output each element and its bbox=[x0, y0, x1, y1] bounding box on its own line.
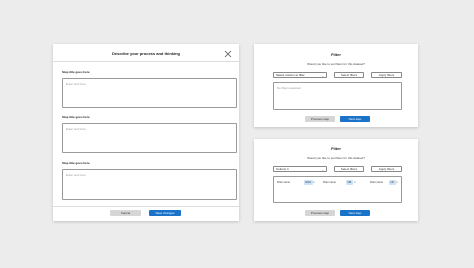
filter-value-chip: GB bbox=[346, 180, 353, 185]
describe-process-dialog: Describe your process and thinking Step … bbox=[53, 44, 239, 221]
remove-chip-icon[interactable]: × bbox=[354, 180, 356, 184]
step-textarea-3[interactable]: Enter text here bbox=[62, 169, 237, 200]
remove-chip-icon[interactable]: × bbox=[396, 180, 398, 184]
filter-value-chip: UK bbox=[389, 180, 396, 185]
filter-value-chip: ENG bbox=[304, 180, 313, 185]
next-step-button[interactable]: Next step bbox=[340, 116, 370, 122]
filters-box: No filters selected bbox=[273, 82, 402, 110]
apply-filters-button[interactable]: Apply filters bbox=[371, 166, 402, 172]
column-select[interactable]: Column 1 ⌄ bbox=[273, 166, 327, 172]
previous-step-button[interactable]: Previous step bbox=[305, 116, 335, 122]
filter-name-label: Filter name bbox=[277, 181, 290, 184]
next-step-button[interactable]: Next step bbox=[340, 210, 370, 216]
textarea-placeholder: Enter text here bbox=[66, 82, 86, 86]
chevron-down-icon: ⌄ bbox=[321, 74, 324, 78]
footer-divider bbox=[53, 206, 239, 207]
previous-step-button[interactable]: Previous step bbox=[305, 210, 335, 216]
step-title-2: Step title goes here bbox=[62, 115, 90, 119]
column-select[interactable]: Select column to filter ⌄ bbox=[273, 72, 327, 78]
filter-name-label: Filter name bbox=[323, 181, 336, 184]
remove-chip-icon[interactable]: × bbox=[313, 180, 315, 184]
select-filters-button[interactable]: Select filters bbox=[334, 72, 364, 78]
select-value: Select column to filter bbox=[276, 73, 305, 77]
textarea-placeholder: Enter text here bbox=[66, 173, 86, 177]
textarea-placeholder: Enter text here bbox=[66, 127, 86, 131]
cancel-button[interactable]: Cancel bbox=[110, 210, 141, 216]
filters-box: Filter name ENG × Filter name GB × Filte… bbox=[273, 176, 402, 203]
step-title-3: Step title goes here bbox=[62, 161, 90, 165]
apply-filters-button[interactable]: Apply filters bbox=[371, 72, 402, 78]
filter-name-label: Filter name bbox=[370, 181, 383, 184]
save-changes-button[interactable]: Save changes bbox=[149, 210, 181, 216]
dialog-subtitle: Would you like to set filters for this d… bbox=[307, 156, 365, 160]
chevron-down-icon: ⌄ bbox=[321, 168, 324, 172]
step-textarea-2[interactable]: Enter text here bbox=[62, 123, 237, 153]
select-value: Column 1 bbox=[276, 167, 289, 171]
step-textarea-1[interactable]: Enter text here bbox=[62, 78, 237, 108]
title-divider bbox=[53, 61, 239, 62]
filter-dialog-filled: Filter Would you like to set filters for… bbox=[254, 139, 418, 221]
select-filters-button[interactable]: Select filters bbox=[334, 166, 364, 172]
step-title-1: Step title goes here bbox=[62, 70, 90, 74]
dialog-title: Filter bbox=[331, 146, 341, 151]
empty-filters-text: No filters selected bbox=[277, 86, 301, 90]
dialog-title: Filter bbox=[331, 52, 341, 57]
filter-dialog-empty: Filter Would you like to set filters for… bbox=[254, 44, 418, 127]
dialog-title: Describe your process and thinking bbox=[111, 51, 181, 56]
close-icon[interactable] bbox=[224, 50, 232, 58]
dialog-subtitle: Would you like to set filters for this d… bbox=[307, 62, 365, 66]
